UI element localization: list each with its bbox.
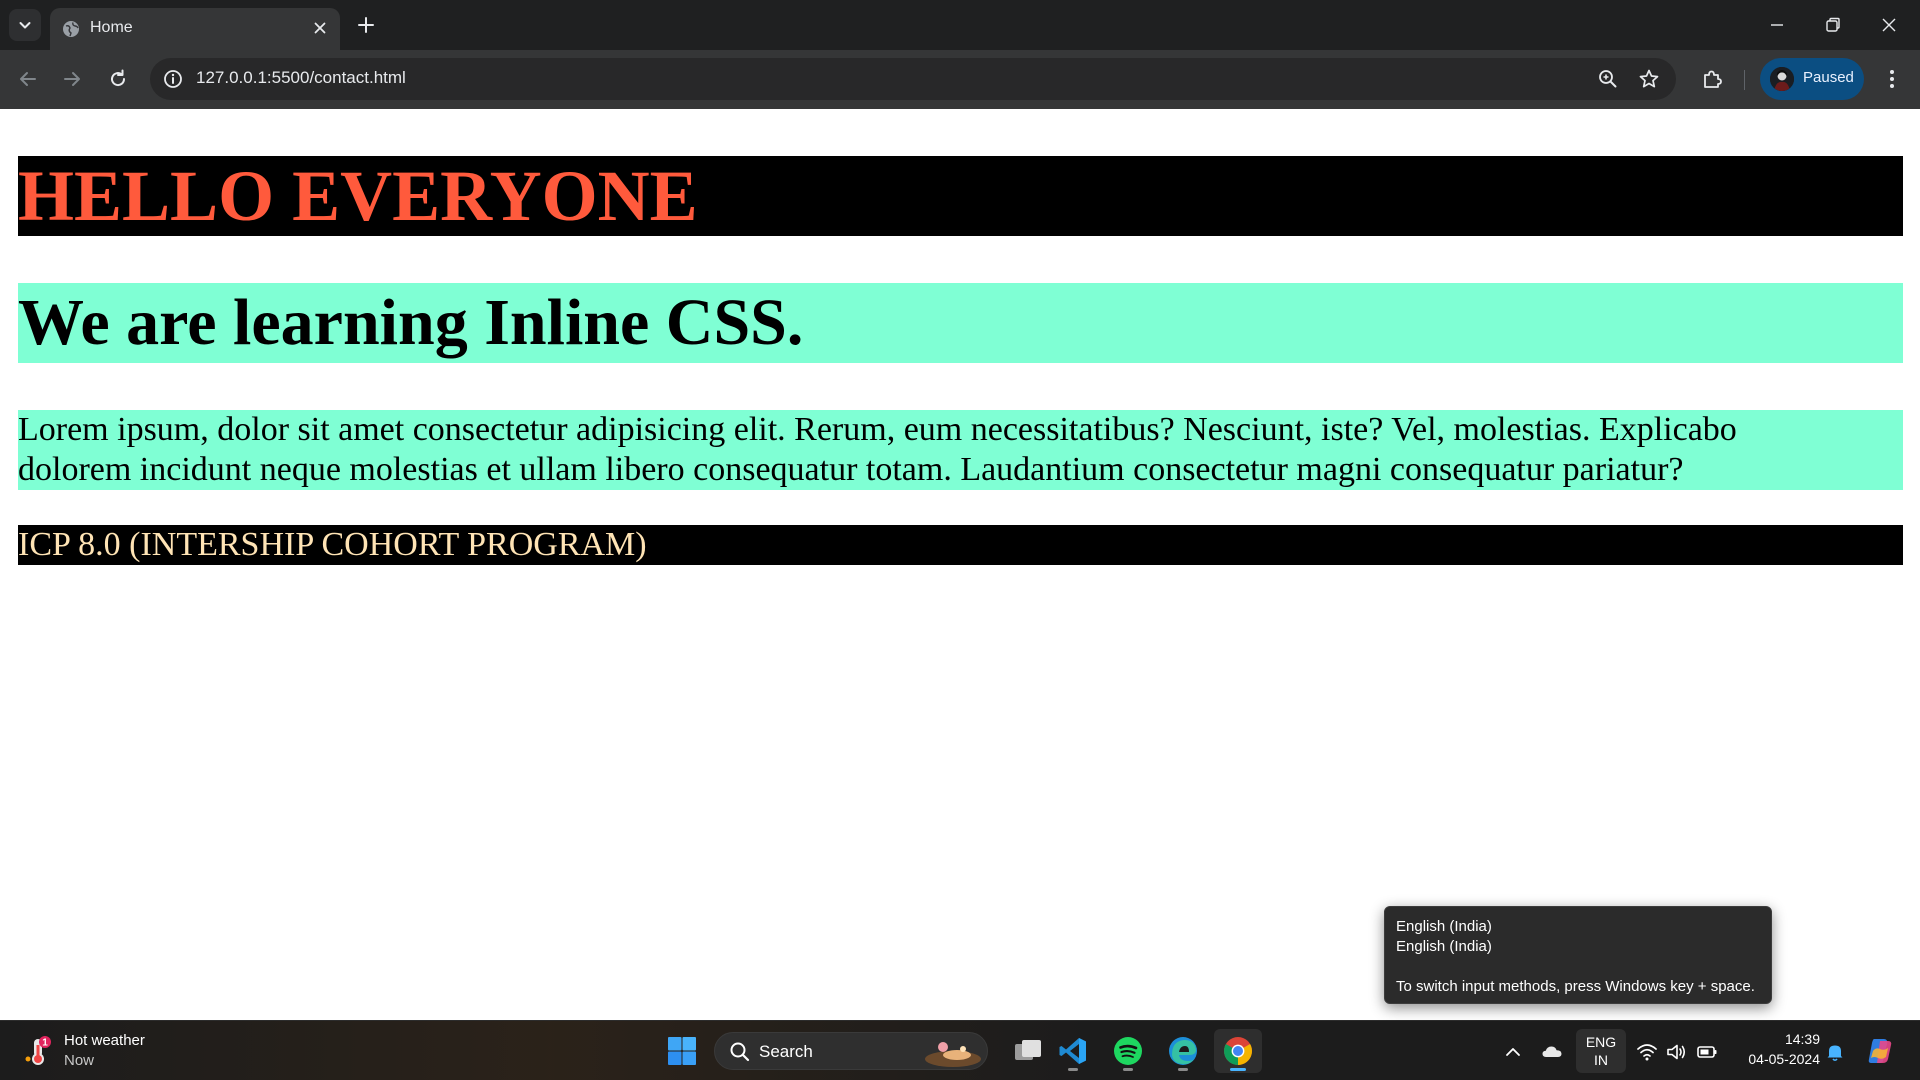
search-icon bbox=[730, 1042, 750, 1062]
arrow-left-icon[interactable] bbox=[16, 67, 40, 91]
weather-time: Now bbox=[64, 1052, 95, 1069]
tooltip-keyboard-line: English (India) bbox=[1396, 938, 1492, 955]
taskbar-chrome[interactable] bbox=[1214, 1029, 1262, 1073]
tooltip-hint-line: To switch input methods, press Windows k… bbox=[1396, 978, 1755, 995]
clock-time: 14:39 bbox=[1784, 1031, 1820, 1047]
thermometer-icon: 1 bbox=[25, 1036, 51, 1065]
profile-button[interactable]: Paused bbox=[1760, 58, 1864, 100]
running-indicator bbox=[1178, 1068, 1188, 1071]
chrome-icon bbox=[1224, 1037, 1252, 1065]
tab-search-button[interactable] bbox=[9, 9, 41, 41]
star-icon[interactable] bbox=[1638, 68, 1660, 90]
search-highlight-icon bbox=[925, 1042, 981, 1067]
profile-status: Paused bbox=[1803, 69, 1854, 86]
tooltip-spacer bbox=[1396, 957, 1760, 977]
tooltip-language-line: English (India) bbox=[1396, 918, 1492, 935]
globe-icon bbox=[63, 21, 79, 37]
toolbar-separator bbox=[1744, 70, 1745, 90]
task-view-icon bbox=[1015, 1040, 1041, 1060]
restore-icon[interactable] bbox=[1822, 14, 1844, 36]
edge-icon bbox=[1169, 1037, 1197, 1065]
running-indicator bbox=[1068, 1068, 1078, 1071]
zoom-icon[interactable] bbox=[1597, 68, 1619, 90]
language-code: ENG bbox=[1585, 1034, 1617, 1050]
weather-widget[interactable]: 1 Hot weather Now bbox=[22, 1029, 172, 1073]
vscode-icon bbox=[1059, 1038, 1086, 1064]
start-button[interactable] bbox=[658, 1029, 706, 1073]
minimize-icon[interactable] bbox=[1766, 14, 1788, 36]
page-viewport: HELLO EVERYONE We are learning Inline CS… bbox=[0, 109, 1920, 1020]
taskbar-edge[interactable] bbox=[1159, 1029, 1207, 1073]
search-label: Search bbox=[759, 1042, 813, 1061]
icp-program-banner: ICP 8.0 (INTERSHIP COHORT PROGRAM) bbox=[18, 525, 1903, 565]
chevron-up-icon[interactable] bbox=[1502, 1041, 1524, 1063]
arrow-right-icon[interactable] bbox=[60, 67, 84, 91]
taskbar-spotify[interactable] bbox=[1104, 1029, 1152, 1073]
window-close-icon[interactable] bbox=[1878, 14, 1900, 36]
puzzle-icon[interactable] bbox=[1700, 67, 1724, 91]
browser-toolbar: 127.0.0.1:5500/contact.html Paused bbox=[0, 50, 1920, 109]
bell-icon[interactable] bbox=[1824, 1041, 1846, 1063]
language-indicator[interactable]: ENG IN bbox=[1576, 1029, 1626, 1073]
clock-date: 04-05-2024 bbox=[1748, 1051, 1820, 1067]
tab-title: Home bbox=[90, 19, 133, 36]
copilot-icon[interactable] bbox=[1864, 1035, 1896, 1067]
onedrive-cloud-icon[interactable] bbox=[1541, 1041, 1563, 1063]
reload-icon[interactable] bbox=[106, 67, 130, 91]
url-text[interactable]: 127.0.0.1:5500/contact.html bbox=[196, 68, 406, 88]
taskbar: 1 Hot weather Now Search ENG IN 14:39 04… bbox=[0, 1020, 1920, 1080]
input-method-tooltip: English (India) English (India) To switc… bbox=[1384, 906, 1772, 1004]
kebab-menu-icon[interactable] bbox=[1880, 67, 1904, 91]
wifi-icon[interactable] bbox=[1636, 1041, 1658, 1063]
close-icon[interactable] bbox=[312, 20, 328, 36]
address-bar[interactable]: 127.0.0.1:5500/contact.html bbox=[150, 58, 1676, 100]
avatar bbox=[1770, 67, 1794, 91]
region-code: IN bbox=[1594, 1052, 1608, 1068]
taskbar-vscode[interactable] bbox=[1049, 1029, 1097, 1073]
battery-icon[interactable] bbox=[1696, 1041, 1718, 1063]
weather-alert-badge: 1 bbox=[42, 1038, 48, 1049]
browser-tabstrip: Home bbox=[0, 0, 1920, 50]
tab-home[interactable]: Home bbox=[50, 8, 340, 50]
clock[interactable]: 14:39 04-05-2024 bbox=[1728, 1030, 1820, 1072]
heading-inline-css: We are learning Inline CSS. bbox=[18, 283, 1903, 363]
volume-icon[interactable] bbox=[1665, 1041, 1687, 1063]
lorem-paragraph: Lorem ipsum, dolor sit amet consectetur … bbox=[18, 410, 1903, 490]
info-icon[interactable] bbox=[162, 68, 184, 90]
avatar-image bbox=[1770, 67, 1794, 91]
running-indicator bbox=[1123, 1068, 1133, 1071]
heading-hello: HELLO EVERYONE bbox=[18, 156, 1903, 236]
taskbar-task-view[interactable] bbox=[1004, 1029, 1052, 1073]
plus-icon[interactable] bbox=[355, 14, 377, 36]
taskbar-search[interactable]: Search bbox=[714, 1032, 988, 1070]
spotify-icon bbox=[1114, 1037, 1142, 1065]
weather-title: Hot weather bbox=[64, 1032, 145, 1049]
active-indicator bbox=[1230, 1068, 1246, 1071]
chevron-down-icon bbox=[19, 22, 31, 29]
windows-icon bbox=[668, 1037, 696, 1065]
